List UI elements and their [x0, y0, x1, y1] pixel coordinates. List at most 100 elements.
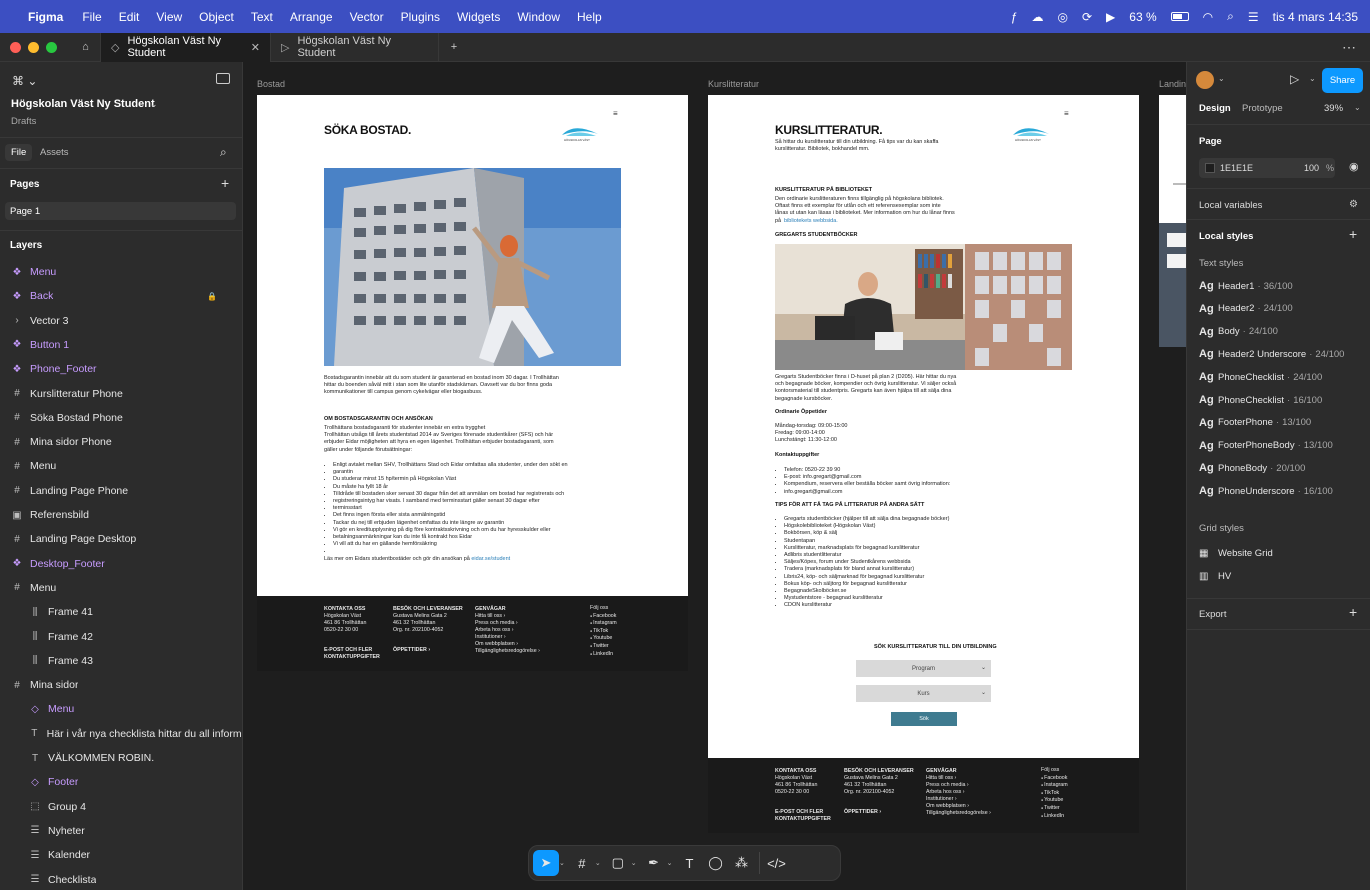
- layer-row[interactable]: ❖ Phone_Footer: [0, 357, 242, 381]
- social-link[interactable]: ● LinkedIn: [1041, 813, 1068, 821]
- text-tool-button[interactable]: T: [677, 850, 703, 876]
- layer-row[interactable]: ▣ Referensbild: [0, 503, 242, 527]
- chevron-down-icon[interactable]: ⌄: [667, 859, 673, 867]
- social-link[interactable]: ● TikTok: [1041, 790, 1068, 798]
- visibility-eye-icon[interactable]: ◉: [1349, 160, 1359, 173]
- library-link[interactable]: bibliotekets webbsida.: [784, 218, 838, 225]
- social-link[interactable]: ● Youtube: [1041, 797, 1068, 805]
- close-window-button[interactable]: [10, 41, 21, 53]
- frame-kurslitteratur[interactable]: KURSLITTERATUR. HÖGSKOLAN VÄST ≡ Så hitt…: [708, 95, 1139, 758]
- menu-window[interactable]: Window: [517, 10, 560, 24]
- chevron-down-icon[interactable]: ⌄: [595, 859, 601, 867]
- text-style-item[interactable]: Ag Header2 · 24/100: [1199, 303, 1293, 315]
- page-color-value[interactable]: 1E1E1E: [1220, 163, 1253, 173]
- wifi-icon[interactable]: ◠: [1203, 10, 1213, 24]
- maximize-window-button[interactable]: [46, 41, 57, 53]
- footer-link[interactable]: Hitta till oss ›: [475, 613, 540, 620]
- text-style-item[interactable]: Ag PhoneChecklist · 16/100: [1199, 394, 1322, 406]
- grid-style-item[interactable]: ▥ HV: [1199, 571, 1231, 582]
- menu-arrange[interactable]: Arrange: [290, 10, 333, 24]
- footer-link[interactable]: Press och media ›: [926, 782, 991, 789]
- layer-row[interactable]: ❖ Desktop_Footer: [0, 552, 242, 576]
- figma-status-icon[interactable]: ƒ: [1011, 10, 1018, 24]
- footer-link[interactable]: Tillgänglighetsredogörelse ›: [926, 810, 991, 817]
- file-title[interactable]: Högskolan Väst Ny Student: [11, 98, 155, 110]
- text-style-item[interactable]: Ag PhoneBody · 20/100: [1199, 462, 1305, 474]
- local-variables-label[interactable]: Local variables: [1199, 200, 1262, 211]
- tab-file[interactable]: File: [5, 144, 33, 161]
- social-link[interactable]: ● Twitter: [1041, 805, 1068, 813]
- sidebar-toggle-icon[interactable]: [216, 73, 230, 84]
- tab-assets[interactable]: Assets: [40, 147, 69, 158]
- social-link[interactable]: ● TikTok: [590, 628, 617, 636]
- layer-row[interactable]: T VÄLKOMMEN ROBIN.: [0, 746, 242, 770]
- comment-tool-button[interactable]: ◯: [703, 850, 729, 876]
- footer-email-link[interactable]: E-POST OCH FLER KONTAKTUPPGIFTER: [775, 809, 831, 823]
- search-button[interactable]: Sök: [891, 712, 957, 726]
- share-button[interactable]: Share: [1322, 68, 1363, 93]
- footer-hours-link[interactable]: ÖPPETTIDER ›: [393, 647, 430, 654]
- layer-row[interactable]: # Söka Bostad Phone: [0, 406, 242, 430]
- move-tool-button[interactable]: ➤: [533, 850, 559, 876]
- color-swatch[interactable]: [1205, 163, 1215, 173]
- text-style-item[interactable]: Ag FooterPhoneBody · 13/100: [1199, 440, 1333, 452]
- text-style-item[interactable]: Ag Body · 24/100: [1199, 326, 1278, 338]
- design-canvas[interactable]: Bostad Kurslitteratur Landin SÖKA BOSTAD…: [243, 62, 1186, 890]
- menu-view[interactable]: View: [156, 10, 182, 24]
- menu-widgets[interactable]: Widgets: [457, 10, 500, 24]
- minimize-window-button[interactable]: [28, 41, 39, 53]
- search-icon[interactable]: ⌕: [220, 145, 227, 160]
- hamburger-icon[interactable]: ≡: [1064, 109, 1069, 118]
- layer-row[interactable]: ☰ Nyheter: [0, 819, 242, 843]
- figma-menu-icon[interactable]: ⌘ ⌄: [12, 74, 37, 88]
- social-link[interactable]: ● Facebook: [590, 613, 617, 621]
- local-variables-section[interactable]: Local variables ⚙: [1187, 188, 1370, 219]
- text-style-item[interactable]: Ag PhoneUnderscore · 16/100: [1199, 485, 1333, 497]
- frame-label-kurslitteratur[interactable]: Kurslitteratur: [708, 79, 759, 89]
- chevron-down-icon[interactable]: ⌄: [1218, 74, 1225, 83]
- social-link[interactable]: ● Instagram: [1041, 782, 1068, 790]
- add-style-icon[interactable]: +: [1349, 226, 1357, 242]
- footer-hours-link[interactable]: ÖPPETTIDER ›: [844, 809, 881, 816]
- sync-icon[interactable]: ⟳: [1082, 10, 1092, 24]
- frame-label-bostad[interactable]: Bostad: [257, 79, 285, 89]
- shape-tool-button[interactable]: ▢: [605, 850, 631, 876]
- hamburger-icon[interactable]: ≡: [613, 109, 618, 118]
- frame-landing-partial[interactable]: [1159, 95, 1186, 223]
- chevron-down-icon[interactable]: ⌄: [1309, 74, 1316, 83]
- chevron-down-icon[interactable]: ⌄: [631, 859, 637, 867]
- social-link[interactable]: ● LinkedIn: [590, 651, 617, 659]
- new-tab-button[interactable]: +: [439, 33, 469, 62]
- avatar[interactable]: [1196, 71, 1214, 89]
- home-tab[interactable]: ⌂: [71, 32, 101, 62]
- layer-row[interactable]: ◇ Footer: [0, 770, 242, 794]
- dev-mode-button[interactable]: </>: [764, 850, 790, 876]
- footer-link[interactable]: Institutioner ›: [475, 634, 540, 641]
- menu-text[interactable]: Text: [251, 10, 273, 24]
- layer-row[interactable]: ❖ Back 🔒: [0, 284, 242, 308]
- footer-link[interactable]: Om webbplatsen ›: [475, 641, 540, 648]
- tab-design[interactable]: Design: [1199, 103, 1231, 114]
- layer-row[interactable]: ⫼ Frame 41: [0, 600, 242, 624]
- footer-email-link[interactable]: E-POST OCH FLER KONTAKTUPPGIFTER: [324, 647, 380, 661]
- add-export-icon[interactable]: +: [1349, 604, 1357, 620]
- control-center-icon[interactable]: ☰: [1248, 10, 1259, 24]
- program-select[interactable]: Program ⌄: [856, 660, 991, 677]
- page-item-selected[interactable]: Page 1: [5, 202, 236, 220]
- chevron-down-icon[interactable]: ⌄: [559, 859, 565, 867]
- layer-row[interactable]: ☰ Kalender: [0, 843, 242, 867]
- menu-app-name[interactable]: Figma: [28, 10, 63, 24]
- kurs-select[interactable]: Kurs ⌄: [856, 685, 991, 702]
- layer-row[interactable]: # Menu: [0, 454, 242, 478]
- footer-link[interactable]: Hitta till oss ›: [926, 775, 991, 782]
- chevron-down-icon[interactable]: ⌄: [1354, 103, 1361, 112]
- footer-link[interactable]: Tillgänglighetsredogörelse ›: [475, 648, 540, 655]
- search-icon[interactable]: ⌕: [1227, 9, 1234, 24]
- grid-style-item[interactable]: ▦ Website Grid: [1199, 548, 1273, 559]
- text-style-item[interactable]: Ag Header1 · 36/100: [1199, 280, 1293, 292]
- datetime[interactable]: tis 4 mars 14:35: [1273, 10, 1358, 24]
- footer-link[interactable]: Arbeta hos oss ›: [475, 627, 540, 634]
- layer-row[interactable]: ◇ Menu: [0, 697, 242, 721]
- close-tab-icon[interactable]: ✕: [251, 41, 260, 54]
- pen-tool-button[interactable]: ✒: [641, 850, 667, 876]
